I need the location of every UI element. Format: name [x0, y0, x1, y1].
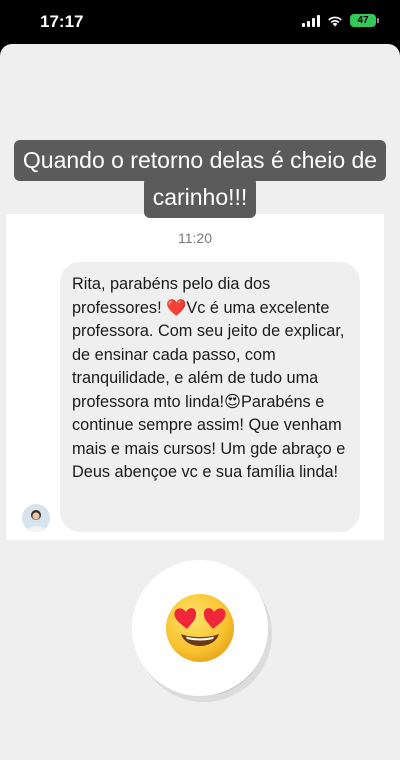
caption-line-1: Quando o retorno delas é cheio de — [13, 140, 387, 181]
chat-screenshot: 11:20 Rita, parabéns pelo dia dos profes… — [6, 214, 384, 540]
status-icons: 47 — [302, 14, 379, 27]
message-bubble: Rita, parabéns pelo dia dos professores!… — [60, 262, 360, 532]
battery-icon: 47 — [350, 14, 379, 27]
story-view[interactable]: 11:20 Rita, parabéns pelo dia dos profes… — [0, 44, 400, 760]
avatar — [22, 504, 50, 532]
cellular-signal-icon — [302, 14, 320, 27]
message-time: 11:20 — [178, 230, 212, 246]
status-bar: 17:17 47 — [0, 0, 400, 44]
story-caption: Quando o retorno delas é cheio de carinh… — [0, 140, 400, 218]
status-time: 17:17 — [40, 12, 84, 31]
wifi-icon — [328, 16, 342, 26]
heart-eyes-emoji-icon — [166, 594, 234, 662]
emoji-sticker[interactable] — [132, 560, 268, 696]
caption-line-2: carinho!!! — [143, 177, 257, 218]
